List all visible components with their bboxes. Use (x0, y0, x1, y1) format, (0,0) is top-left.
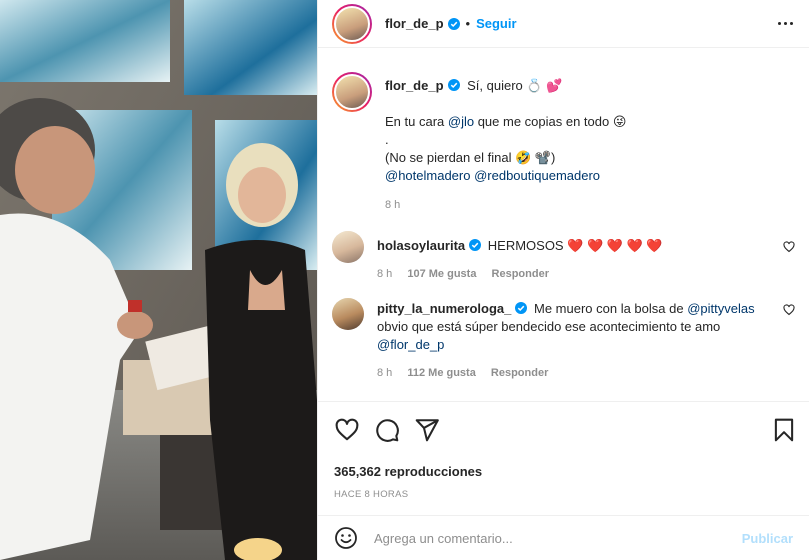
post-caption: flor_de_p Sí, quiero 💍 💕 En tu cara @jlo… (332, 57, 795, 211)
caption-line-3: . (385, 132, 389, 147)
author-username[interactable]: flor_de_p (385, 16, 444, 31)
comment-composer: Publicar (318, 515, 809, 560)
follow-button[interactable]: Seguir (476, 16, 516, 31)
caption-line-2-prefix: En tu cara (385, 114, 448, 129)
comment-likes[interactable]: 107 Me gusta (407, 268, 476, 280)
comment-item: holasoylaurita HERMOSOS ❤️ ❤️ ❤️ ❤️ ❤️ 8… (332, 231, 795, 280)
comment-username[interactable]: holasoylaurita (377, 238, 465, 253)
verified-icon (447, 79, 460, 91)
caption-time[interactable]: 8 h (385, 199, 626, 211)
caption-line-1: Sí, quiero 💍 💕 (467, 78, 563, 93)
comments-list[interactable]: flor_de_p Sí, quiero 💍 💕 En tu cara @jlo… (318, 57, 809, 401)
comment-likes[interactable]: 112 Me gusta (407, 367, 475, 379)
caption-line-2-suffix: que me copias en todo 😜 (474, 114, 627, 129)
post-panel: flor_de_p • Seguir flor_de_p Sí, quiero … (317, 0, 809, 560)
comment-icon[interactable] (374, 417, 400, 443)
tag-link-redboutiquemadero[interactable]: @redboutiquemadero (474, 168, 600, 183)
like-comment-heart-icon[interactable] (783, 241, 795, 253)
verified-icon (515, 302, 528, 314)
comment-username[interactable]: pitty_la_numerologa_ (377, 301, 511, 316)
view-count: 365,362 reproducciones (334, 464, 483, 479)
like-comment-heart-icon[interactable] (783, 304, 795, 316)
comment-avatar[interactable] (332, 298, 364, 330)
comment-time[interactable]: 8 h (377, 367, 392, 379)
comment-item: pitty_la_numerologa_ Me muero con la bol… (332, 298, 795, 379)
reply-button[interactable]: Responder (491, 367, 548, 379)
heart-icon[interactable] (334, 417, 360, 443)
comment-text-mid: obvio que está súper bendecido ese acont… (377, 319, 721, 334)
mention-link[interactable]: @flor_de_p (377, 337, 444, 352)
save-icon[interactable] (771, 417, 797, 443)
publish-button[interactable]: Publicar (742, 531, 793, 546)
verified-icon (469, 239, 482, 251)
share-icon[interactable] (414, 417, 440, 443)
caption-avatar[interactable] (332, 72, 372, 112)
more-options-icon[interactable] (773, 12, 797, 36)
post-header: flor_de_p • Seguir (318, 0, 809, 48)
comment-input[interactable] (374, 530, 742, 546)
mention-link[interactable]: @jlo (448, 114, 474, 129)
comment-text-prefix: Me muero con la bolsa de (534, 301, 688, 316)
comment-text: HERMOSOS ❤️ ❤️ ❤️ ❤️ ❤️ (487, 238, 663, 253)
caption-line-4: (No se pierdan el final 🤣 📽️) (385, 150, 556, 165)
mention-link[interactable]: @pittyvelas (687, 301, 754, 316)
comment-avatar[interactable] (332, 231, 364, 263)
verified-icon (447, 17, 460, 30)
comment-time[interactable]: 8 h (377, 268, 392, 280)
author-avatar[interactable] (332, 3, 372, 44)
post-actions: 365,362 reproducciones HACE 8 HORAS (318, 401, 809, 500)
caption-username[interactable]: flor_de_p (385, 78, 444, 93)
tag-link-hotelmadero[interactable]: @hotelmadero (385, 168, 470, 183)
emoji-icon[interactable] (334, 526, 358, 550)
separator-dot: • (465, 16, 471, 31)
post-timestamp[interactable]: HACE 8 HORAS (334, 489, 799, 500)
video-frame (0, 0, 317, 560)
post-video[interactable] (0, 0, 317, 560)
reply-button[interactable]: Responder (492, 268, 549, 280)
